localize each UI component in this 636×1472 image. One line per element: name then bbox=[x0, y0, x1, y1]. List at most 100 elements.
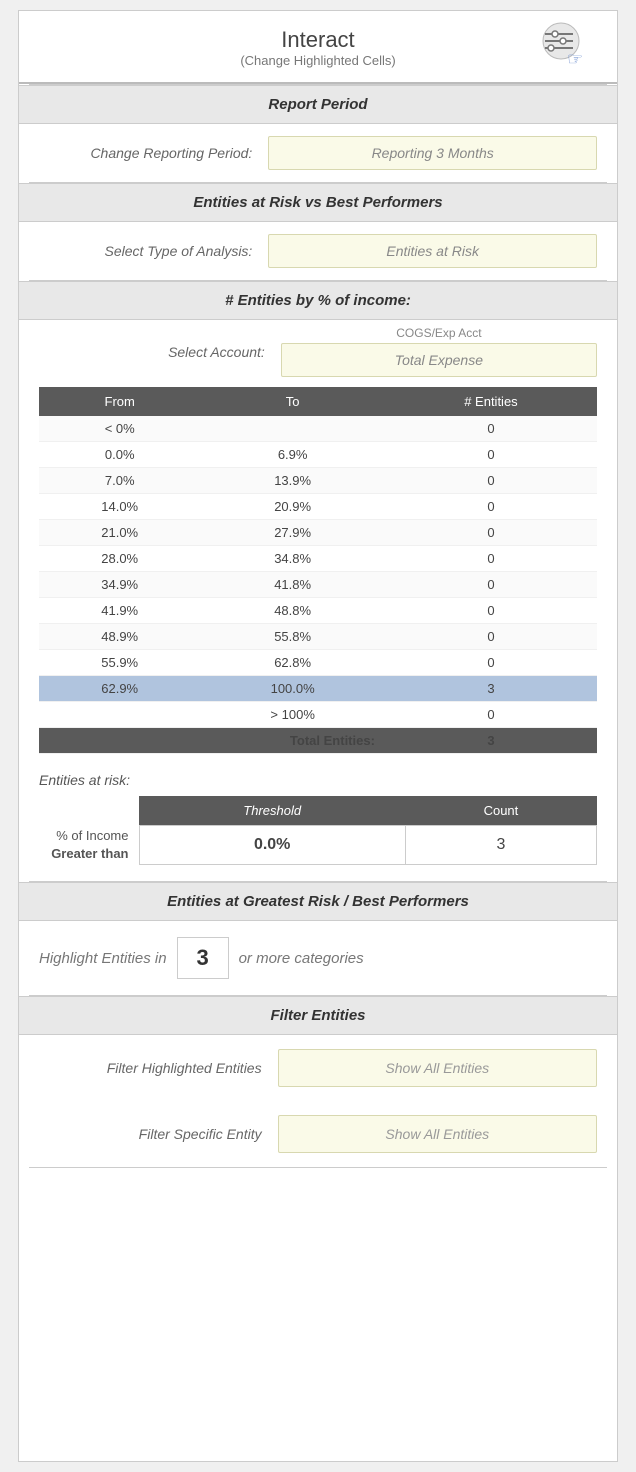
risk-label: Entities at risk: bbox=[19, 764, 617, 792]
highlight-prefix: Highlight Entities in bbox=[39, 950, 167, 967]
threshold-col-header: Threshold bbox=[139, 796, 405, 826]
interact-header: Interact (Change Highlighted Cells) ☞ bbox=[19, 11, 617, 84]
total-row: Total Entities:3 bbox=[39, 728, 597, 754]
table-row: 7.0%13.9%0 bbox=[39, 468, 597, 494]
cell-count: 0 bbox=[385, 494, 597, 520]
cell-from: 0.0% bbox=[39, 442, 200, 468]
cell-count: 0 bbox=[385, 468, 597, 494]
account-label: Select Account: bbox=[39, 344, 281, 360]
interact-icon: ☞ bbox=[535, 21, 587, 73]
cell-count: 0 bbox=[385, 416, 597, 442]
filter-entities-header: Filter Entities bbox=[19, 996, 617, 1035]
total-label: Total Entities: bbox=[39, 728, 385, 754]
cell-count: 0 bbox=[385, 598, 597, 624]
cell-to: 13.9% bbox=[200, 468, 385, 494]
interact-title: Interact bbox=[240, 27, 395, 53]
filter-specific-dropdown[interactable]: Show All Entities bbox=[278, 1115, 597, 1153]
table-row: 28.0%34.8%0 bbox=[39, 546, 597, 572]
cell-from: < 0% bbox=[39, 416, 200, 442]
col-count: # Entities bbox=[385, 387, 597, 416]
entities-table-section: From To # Entities < 0%00.0%6.9%07.0%13.… bbox=[19, 387, 617, 764]
svg-text:☞: ☞ bbox=[567, 49, 583, 69]
highlight-suffix: or more categories bbox=[239, 950, 364, 967]
cell-count: 0 bbox=[385, 650, 597, 676]
greatest-risk-header: Entities at Greatest Risk / Best Perform… bbox=[19, 882, 617, 921]
filter-highlighted-row: Filter Highlighted Entities Show All Ent… bbox=[19, 1035, 617, 1101]
cell-from: 62.9% bbox=[39, 676, 200, 702]
filter-highlighted-label: Filter Highlighted Entities bbox=[39, 1060, 278, 1076]
interact-subtitle: (Change Highlighted Cells) bbox=[240, 53, 395, 68]
filter-specific-label: Filter Specific Entity bbox=[39, 1126, 278, 1142]
reporting-period-row: Change Reporting Period: Reporting 3 Mon… bbox=[19, 124, 617, 182]
cell-to: 34.8% bbox=[200, 546, 385, 572]
cell-to: 100.0% bbox=[200, 676, 385, 702]
cell-to: > 100% bbox=[200, 702, 385, 728]
reporting-period-dropdown[interactable]: Reporting 3 Months bbox=[268, 136, 597, 170]
cell-to: 27.9% bbox=[200, 520, 385, 546]
table-row: 0.0%6.9%0 bbox=[39, 442, 597, 468]
col-from: From bbox=[39, 387, 200, 416]
threshold-row-label1: % of Income bbox=[56, 828, 128, 843]
highlight-number[interactable]: 3 bbox=[177, 937, 229, 979]
table-row: 41.9%48.8%0 bbox=[39, 598, 597, 624]
threshold-count: 3 bbox=[405, 826, 596, 865]
cell-to: 20.9% bbox=[200, 494, 385, 520]
threshold-data-row: % of Income Greater than 0.0% 3 bbox=[39, 826, 597, 865]
cell-to: 6.9% bbox=[200, 442, 385, 468]
entities-income-header: # Entities by % of income: bbox=[19, 281, 617, 320]
cell-from: 14.0% bbox=[39, 494, 200, 520]
cell-count: 0 bbox=[385, 624, 597, 650]
cell-to bbox=[200, 416, 385, 442]
table-row: 34.9%41.8%0 bbox=[39, 572, 597, 598]
cell-from: 41.9% bbox=[39, 598, 200, 624]
table-row: < 0% 0 bbox=[39, 416, 597, 442]
entities-section-label: Entities at Risk vs Best Performers bbox=[33, 194, 603, 211]
cell-count: 0 bbox=[385, 442, 597, 468]
threshold-value: 0.0% bbox=[139, 826, 405, 865]
filter-specific-row: Filter Specific Entity Show All Entities bbox=[19, 1101, 617, 1167]
threshold-section: Threshold Count % of Income Greater than… bbox=[19, 792, 617, 881]
analysis-label: Select Type of Analysis: bbox=[39, 243, 268, 259]
entities-income-label: # Entities by % of income: bbox=[33, 292, 603, 309]
cell-to: 48.8% bbox=[200, 598, 385, 624]
analysis-row: Select Type of Analysis: Entities at Ris… bbox=[19, 222, 617, 280]
cell-to: 41.8% bbox=[200, 572, 385, 598]
cell-from: 34.9% bbox=[39, 572, 200, 598]
cell-count: 0 bbox=[385, 520, 597, 546]
cell-from: 28.0% bbox=[39, 546, 200, 572]
account-area: Select Account: COGS/Exp Acct Total Expe… bbox=[19, 320, 617, 387]
table-row: 55.9%62.8%0 bbox=[39, 650, 597, 676]
table-row: 21.0%27.9%0 bbox=[39, 520, 597, 546]
cell-to: 55.8% bbox=[200, 624, 385, 650]
table-header-row: From To # Entities bbox=[39, 387, 597, 416]
col-to: To bbox=[200, 387, 385, 416]
report-period-header: Report Period bbox=[19, 85, 617, 124]
cell-count: 0 bbox=[385, 572, 597, 598]
cell-to: 62.8% bbox=[200, 650, 385, 676]
account-sublabel: COGS/Exp Acct bbox=[281, 326, 597, 340]
cell-from: 21.0% bbox=[39, 520, 200, 546]
cell-count: 0 bbox=[385, 702, 597, 728]
report-period-label: Report Period bbox=[33, 96, 603, 113]
table-row: 48.9%55.8%0 bbox=[39, 624, 597, 650]
filter-highlighted-dropdown[interactable]: Show All Entities bbox=[278, 1049, 597, 1087]
cell-count: 3 bbox=[385, 676, 597, 702]
table-row: 62.9%100.0%3 bbox=[39, 676, 597, 702]
threshold-header-row: Threshold Count bbox=[39, 796, 597, 826]
cell-from: 7.0% bbox=[39, 468, 200, 494]
cell-from: 48.9% bbox=[39, 624, 200, 650]
entities-table: From To # Entities < 0%00.0%6.9%07.0%13.… bbox=[39, 387, 597, 754]
cell-from: 55.9% bbox=[39, 650, 200, 676]
cell-count: 0 bbox=[385, 546, 597, 572]
greatest-risk-label: Entities at Greatest Risk / Best Perform… bbox=[33, 893, 603, 910]
filter-entities-label: Filter Entities bbox=[33, 1007, 603, 1024]
threshold-row-label2: Greater than bbox=[51, 846, 128, 861]
cell-from bbox=[39, 702, 200, 728]
highlight-row: Highlight Entities in 3 or more categori… bbox=[19, 921, 617, 995]
analysis-dropdown[interactable]: Entities at Risk bbox=[268, 234, 597, 268]
entities-section-header: Entities at Risk vs Best Performers bbox=[19, 183, 617, 222]
count-col-header: Count bbox=[405, 796, 596, 826]
account-dropdown[interactable]: Total Expense bbox=[281, 343, 597, 377]
reporting-period-label: Change Reporting Period: bbox=[39, 145, 268, 161]
table-row: > 100%0 bbox=[39, 702, 597, 728]
